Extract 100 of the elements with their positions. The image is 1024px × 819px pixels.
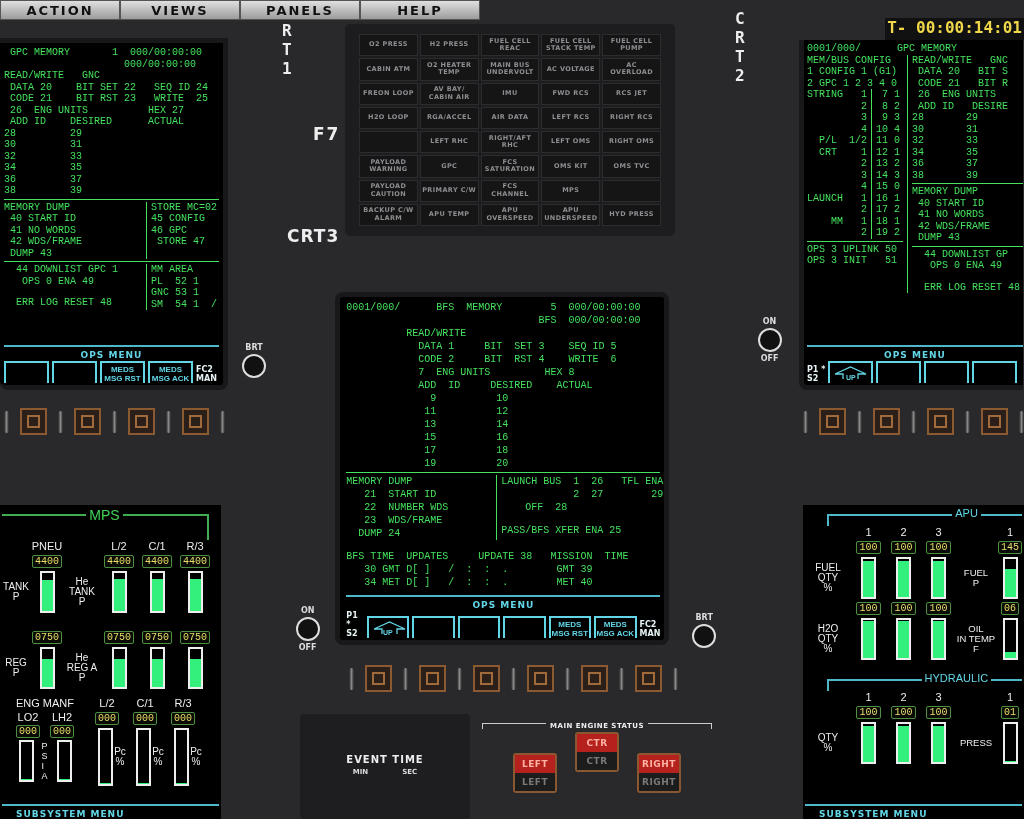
square-button[interactable] (581, 665, 609, 692)
screen-text: DUMP 43 (9, 247, 52, 259)
square-button[interactable] (365, 665, 393, 692)
slot-divider (112, 410, 117, 433)
screen-text: ERR LOG RESET 48 (923, 281, 1021, 293)
square-button[interactable] (635, 665, 663, 692)
screen-text: OPS 3 INIT 51 (807, 255, 897, 267)
screen-text: 23 WDS/FRAME (363, 514, 443, 527)
column-label: 3 (935, 691, 942, 703)
slot-divider (403, 667, 409, 690)
gauge-readout: 01 (1001, 706, 1019, 719)
screen-text: 7 1 (881, 89, 901, 101)
status-lamp: LEFT (515, 773, 555, 791)
soft-key[interactable]: MEDS MSG RST (548, 616, 592, 638)
gauge-readout: 4400 (32, 555, 62, 568)
unit-label: Pc % (114, 747, 126, 767)
screen-text: 17 2 (876, 204, 901, 216)
screen-text: CODE 21 BIT R (917, 77, 1008, 89)
screen-text: 42 WDS/FRAME (9, 236, 82, 248)
soft-key[interactable] (924, 361, 970, 383)
screen-text: 3 (860, 169, 867, 181)
screen-text: OPS 0 ENA 49 (929, 260, 1002, 272)
soft-key[interactable] (4, 361, 49, 383)
screen-text: BFS TIME UPDATES UPDATE 38 MISSION TIME (346, 550, 629, 563)
soft-key[interactable]: MEDS MSG ACK (594, 616, 637, 638)
square-button[interactable] (527, 665, 555, 692)
soft-key[interactable] (876, 361, 922, 383)
rotary-knob[interactable] (242, 354, 266, 378)
knob-label: ON (762, 317, 777, 326)
slot-divider (1019, 410, 1024, 433)
screen-text: 38 39 (4, 185, 82, 197)
screen-text: 12 1 (876, 146, 901, 158)
square-button[interactable] (873, 408, 900, 435)
square-button[interactable] (128, 408, 155, 435)
soft-key[interactable] (972, 361, 1018, 383)
screen-text: READ/WRITE GNC (912, 54, 1008, 66)
screen-text: OFF 28 (524, 501, 568, 514)
screen-text: MEMORY DUMP (346, 475, 413, 488)
gauge-readout: 000 (95, 712, 119, 725)
column-label: LH2 (51, 711, 73, 723)
section-title: APU (955, 507, 978, 519)
square-button[interactable] (473, 665, 501, 692)
gauge-readout: 100 (856, 541, 881, 554)
screen-text: ADD ID DESIRED ACTUAL (417, 379, 593, 392)
menu-item[interactable]: HELP (360, 0, 480, 20)
slot-divider (565, 667, 571, 690)
mode-label: FC2 MAN (639, 620, 661, 638)
screen-text: 41 NO WORDS (9, 224, 76, 236)
screen-text: ADD ID DESIRED ACTUAL (9, 116, 185, 128)
gauge-readout: 100 (891, 541, 916, 554)
menu-item[interactable]: VIEWS (120, 0, 240, 20)
square-button[interactable] (74, 408, 101, 435)
screen-text: 000/00:00:00 (123, 58, 197, 70)
soft-key[interactable]: MEDS MSG ACK (148, 361, 193, 383)
soft-key[interactable]: MEDS MSG RST (100, 361, 145, 383)
gauge-readout: 100 (926, 541, 951, 554)
square-button[interactable] (182, 408, 209, 435)
square-button[interactable] (819, 408, 846, 435)
gauge-readout: 0750 (142, 631, 172, 644)
row-label: QTY % (817, 733, 839, 753)
square-button[interactable] (20, 408, 47, 435)
menu-item[interactable]: PANELS (240, 0, 360, 20)
menu-title: OPS MENU (80, 350, 143, 360)
panel-label: CRT3 (287, 226, 341, 246)
column-label: L/2 (99, 697, 115, 709)
screen-text: 15 16 (423, 431, 509, 444)
slot-divider (511, 667, 517, 690)
square-button[interactable] (981, 408, 1008, 435)
rotary-knob[interactable] (757, 328, 782, 352)
slot-divider (166, 410, 171, 433)
soft-key[interactable] (457, 616, 501, 638)
square-button[interactable] (927, 408, 954, 435)
rotary-knob[interactable] (295, 617, 320, 641)
column-label: 2 (900, 691, 907, 703)
soft-key[interactable] (503, 616, 546, 638)
screen-text: SM 54 1 / (151, 298, 217, 310)
slot-divider (619, 667, 625, 690)
soft-key[interactable] (52, 361, 97, 383)
column-label: C/1 (136, 697, 154, 709)
screen-text: 0001/000/ BFS MEMORY 5 000/00:00:00 (346, 301, 641, 314)
slot-divider (673, 667, 679, 690)
screen-text: MEM/BUS CONFIG (807, 54, 891, 66)
panel-label: F7 (313, 124, 342, 144)
status-lamp: LEFT (515, 755, 555, 773)
soft-key[interactable] (412, 616, 455, 638)
screen-text: PASS/BFS XFER ENA 25 (501, 524, 622, 537)
slot-divider (349, 667, 355, 690)
screen-text: 15 0 (876, 181, 901, 193)
up-arrow-icon (372, 621, 406, 635)
unit-label: Pc % (190, 747, 202, 767)
column-label: C/1 (148, 540, 166, 552)
square-button[interactable] (419, 665, 447, 692)
status-lamp: RIGHT (639, 755, 679, 773)
screen-text: CODE 2 BIT RST 4 WRITE 6 (417, 353, 617, 366)
rotary-knob[interactable] (692, 624, 717, 648)
knob-label: ON (300, 606, 315, 615)
section-title: HYDRAULIC (924, 672, 989, 684)
menu-item[interactable]: ACTION (0, 0, 120, 20)
screen-text: MEMORY DUMP (912, 186, 978, 198)
column-label: 2 (900, 526, 907, 538)
